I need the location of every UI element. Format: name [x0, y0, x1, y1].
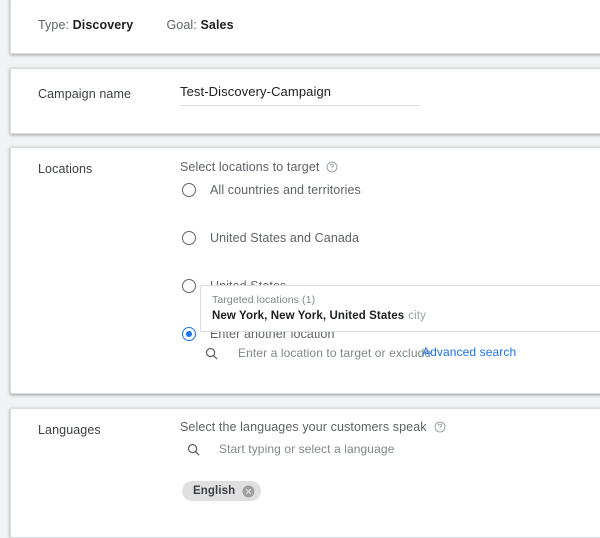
- campaign-summary-card: Type: Discovery Goal: Sales: [10, 0, 600, 54]
- location-search-row[interactable]: Enter a location to target or exclude: [204, 344, 431, 362]
- locations-heading: Select locations to target: [180, 160, 320, 174]
- targeted-location-kind: city: [408, 310, 426, 322]
- language-search-input[interactable]: Start typing or select a language: [219, 442, 394, 456]
- location-option-us-canada[interactable]: United States and Canada: [182, 226, 361, 250]
- campaign-name-input-value: Test-Discovery-Campaign: [180, 84, 332, 99]
- targeted-locations-box: Targeted locations (1) New York, New Yor…: [200, 285, 600, 332]
- campaign-type-label: Type:: [38, 18, 70, 32]
- location-option-all-countries[interactable]: All countries and territories: [182, 178, 361, 202]
- search-icon: [204, 346, 219, 361]
- languages-label: Languages: [38, 423, 101, 437]
- location-option-label-0: All countries and territories: [210, 183, 361, 197]
- radio-row-gap-1: [182, 250, 361, 274]
- languages-heading-row: Select the languages your customers spea…: [180, 420, 446, 434]
- campaign-goal-label: Goal:: [166, 18, 197, 32]
- help-circle-icon[interactable]: [326, 161, 338, 173]
- campaign-type-value: Discovery: [72, 18, 134, 32]
- languages-heading: Select the languages your customers spea…: [180, 420, 427, 434]
- targeted-locations-title: Targeted locations (1): [212, 294, 316, 306]
- locations-heading-row: Select locations to target: [180, 160, 338, 174]
- locations-label: Locations: [38, 162, 93, 176]
- radio-icon-united-states[interactable]: [182, 279, 196, 293]
- location-search-input[interactable]: Enter a location to target or exclude: [238, 346, 431, 360]
- campaign-summary-line: Type: Discovery Goal: Sales: [38, 18, 234, 32]
- radio-icon-us-canada[interactable]: [182, 231, 196, 245]
- campaign-goal-value: Sales: [200, 18, 234, 32]
- language-chip-english[interactable]: English: [182, 481, 262, 501]
- advanced-search-link[interactable]: Advanced search: [422, 345, 516, 359]
- language-chip-label: English: [193, 485, 236, 497]
- targeted-location-name: New York, New York, United States: [212, 310, 405, 322]
- help-circle-icon[interactable]: [434, 421, 446, 433]
- location-option-label-1: United States and Canada: [210, 231, 360, 245]
- campaign-name-input[interactable]: Test-Discovery-Campaign: [180, 84, 420, 106]
- radio-row-gap-0: [182, 202, 361, 226]
- campaign-name-label: Campaign name: [38, 87, 132, 101]
- radio-icon-all-countries[interactable]: [182, 183, 196, 197]
- language-search-row[interactable]: Start typing or select a language: [186, 440, 394, 458]
- targeted-location-item: New York, New York, United States city: [212, 310, 426, 322]
- campaign-settings-page: Type: Discovery Goal: Sales Campaign nam…: [0, 0, 600, 538]
- radio-icon-enter-another[interactable]: [182, 327, 196, 341]
- search-icon: [186, 442, 201, 457]
- close-circle-icon[interactable]: [242, 485, 255, 498]
